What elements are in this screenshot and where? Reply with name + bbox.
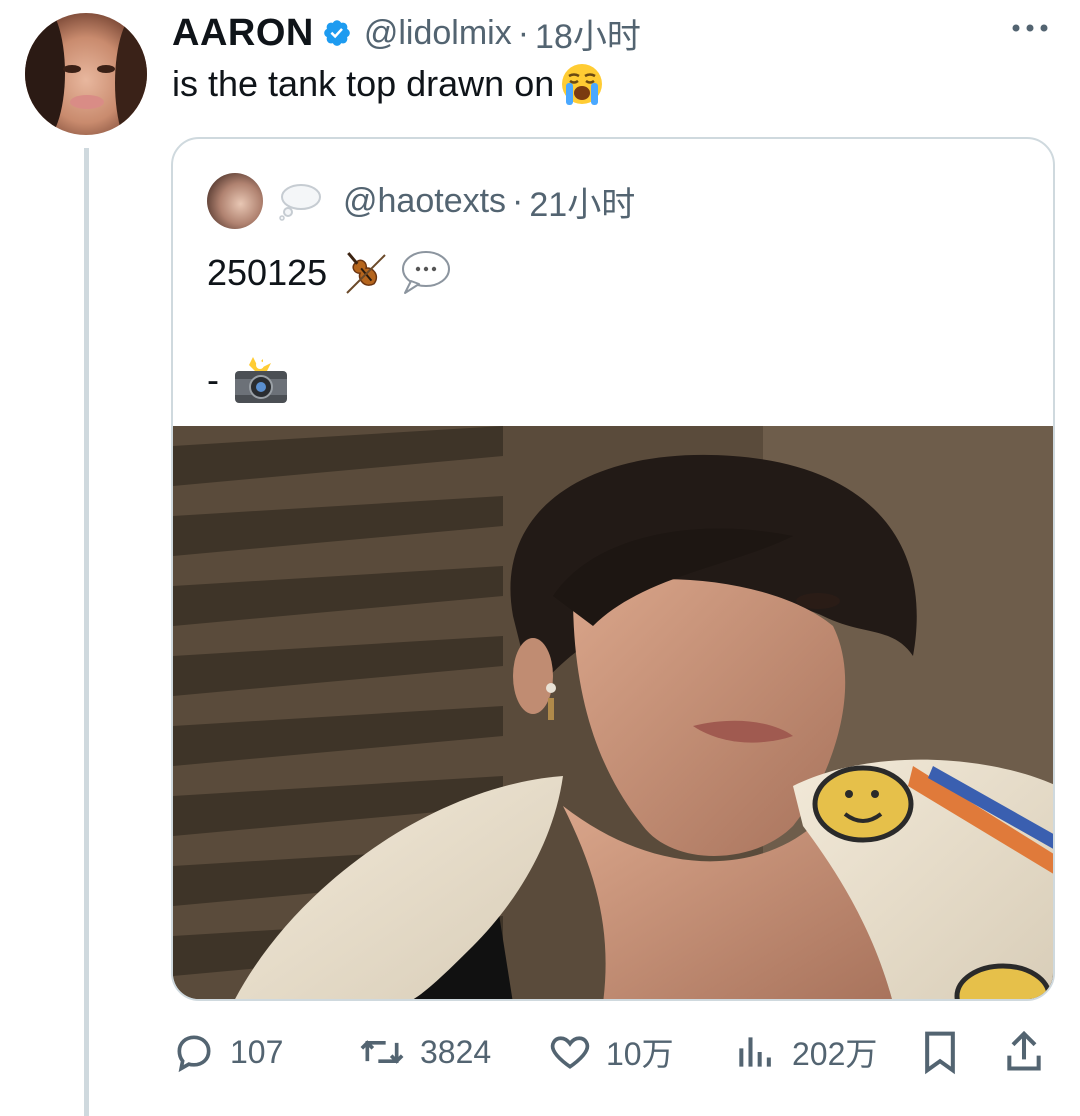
quoted-tweet-photo[interactable] bbox=[173, 426, 1053, 999]
like-count: 10万 bbox=[606, 1036, 674, 1072]
speech-balloon-icon bbox=[402, 251, 451, 294]
author-handle[interactable]: @lidolmix bbox=[364, 14, 512, 53]
quoted-text-dash: - bbox=[207, 359, 219, 400]
verified-badge-icon bbox=[324, 20, 350, 46]
quoted-tweet-header: @haotexts · 21小时 bbox=[207, 173, 635, 229]
views-button[interactable]: 202万 bbox=[734, 1024, 877, 1080]
views-chart-icon bbox=[739, 1037, 771, 1067]
tweet-text-content: is the tank top drawn on bbox=[172, 63, 555, 104]
reply-button[interactable]: 107 bbox=[172, 1024, 283, 1080]
violin-icon bbox=[346, 252, 386, 294]
thought-balloon-icon bbox=[279, 184, 321, 221]
author-avatar[interactable] bbox=[25, 13, 147, 135]
thread-line bbox=[84, 148, 89, 1116]
quoted-separator-dot: · bbox=[512, 181, 524, 220]
author-name[interactable]: AARON bbox=[172, 12, 314, 55]
quoted-text-line2: - bbox=[207, 355, 289, 405]
quoted-text-line1: 250125 bbox=[207, 245, 451, 301]
tweet-header: AARON @lidolmix · 18小时 bbox=[172, 8, 641, 58]
photo-illustration bbox=[173, 426, 1053, 999]
retweet-button[interactable]: 3824 bbox=[358, 1024, 491, 1080]
quoted-author-handle[interactable]: @haotexts bbox=[343, 182, 506, 221]
like-button[interactable]: 10万 bbox=[548, 1024, 674, 1080]
bookmark-button[interactable] bbox=[918, 1024, 976, 1080]
camera-with-flash-icon bbox=[235, 357, 287, 403]
reply-count: 107 bbox=[230, 1033, 284, 1070]
retweet-count: 3824 bbox=[420, 1033, 492, 1070]
views-count: 202万 bbox=[792, 1036, 878, 1072]
more-options-icon[interactable] bbox=[1010, 18, 1050, 38]
quoted-text-date: 250125 bbox=[207, 252, 328, 293]
loudly-crying-face-icon bbox=[562, 64, 603, 105]
tweet-time[interactable]: 18小时 bbox=[535, 9, 641, 58]
heart-icon bbox=[550, 1036, 590, 1069]
bookmark-icon bbox=[925, 1031, 955, 1075]
quoted-tweet-time[interactable]: 21小时 bbox=[529, 177, 635, 226]
action-bar: 107 3824 10万 202万 bbox=[172, 1024, 1052, 1080]
share-icon bbox=[1007, 1030, 1041, 1071]
quoted-author-avatar[interactable] bbox=[207, 173, 263, 229]
tweet-text: is the tank top drawn on bbox=[172, 62, 604, 106]
reply-icon bbox=[177, 1035, 211, 1073]
retweet-icon bbox=[360, 1040, 404, 1064]
quoted-tweet-card[interactable]: @haotexts · 21小时 250125 - bbox=[171, 137, 1055, 1001]
separator-dot: · bbox=[517, 13, 530, 52]
share-button[interactable] bbox=[1002, 1024, 1060, 1080]
